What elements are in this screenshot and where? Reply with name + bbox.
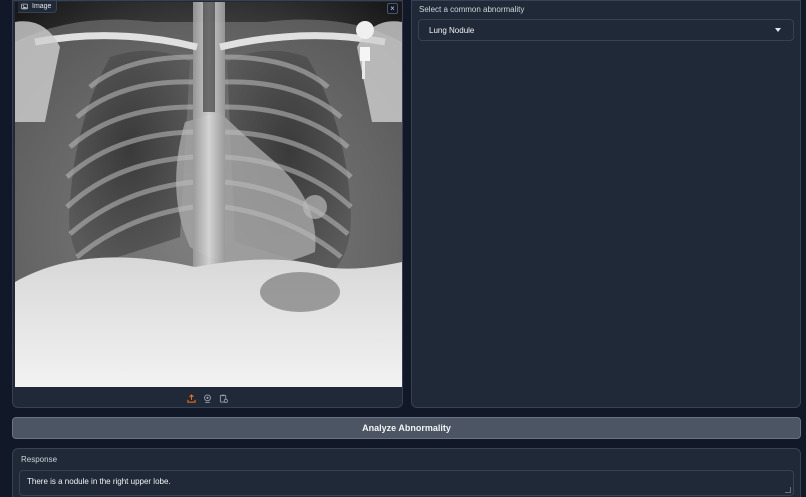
image-icon [21, 3, 28, 10]
response-label: Response [21, 455, 58, 464]
upload-icon[interactable] [187, 393, 197, 403]
image-panel: Image × [12, 0, 403, 408]
uploaded-xray-image[interactable] [15, 2, 402, 387]
webcam-icon[interactable] [203, 393, 213, 403]
resize-handle-icon[interactable] [785, 487, 791, 493]
close-icon: × [390, 4, 395, 13]
abnormality-select-label: Select a common abnormality [419, 5, 525, 14]
image-source-toolbar [13, 393, 402, 405]
clear-image-button[interactable]: × [387, 3, 398, 14]
response-text: There is a nodule in the right upper lob… [27, 477, 171, 486]
response-textbox[interactable]: There is a nodule in the right upper lob… [19, 470, 794, 496]
analyze-abnormality-button[interactable]: Analyze Abnormality [12, 417, 801, 439]
abnormality-dropdown[interactable]: Lung Nodule [418, 19, 794, 41]
chevron-down-icon [775, 28, 781, 32]
response-panel: Response There is a nodule in the right … [12, 448, 801, 497]
image-label: Image [32, 3, 52, 10]
clipboard-icon[interactable] [219, 393, 229, 403]
chest-xray-picture [15, 2, 402, 387]
app-page: Image × Select a common abnormality Lung… [0, 0, 806, 497]
abnormality-dropdown-value: Lung Nodule [429, 25, 475, 35]
analyze-button-label: Analyze Abnormality [362, 423, 451, 433]
image-label-badge: Image [18, 1, 58, 13]
abnormality-select-panel: Select a common abnormality Lung Nodule [411, 0, 801, 408]
